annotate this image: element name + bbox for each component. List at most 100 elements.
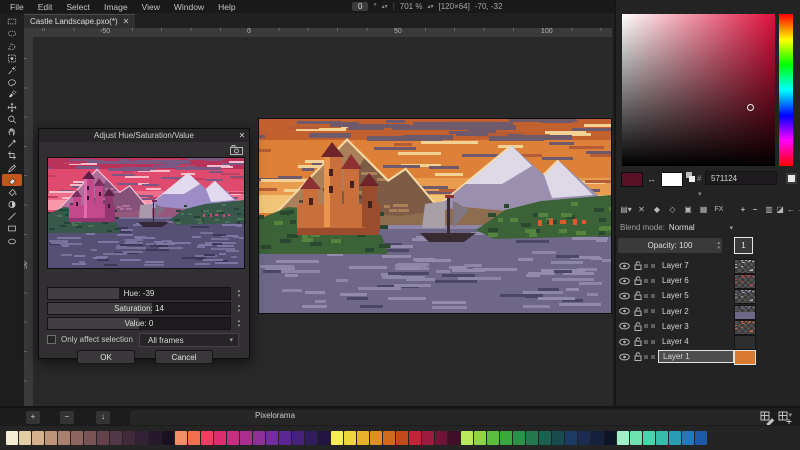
blend-mode-dropdown[interactable]: Blend mode: Normal ▾: [620, 221, 735, 234]
layer-name[interactable]: Layer 3: [658, 320, 734, 333]
eye-icon[interactable]: [616, 353, 632, 361]
palette-swatch[interactable]: [175, 431, 187, 445]
primary-color-swatch[interactable]: [621, 172, 643, 187]
palette-swatch[interactable]: [435, 431, 447, 445]
cancel-button[interactable]: Cancel: [155, 350, 213, 364]
palette-swatch[interactable]: [474, 431, 486, 445]
preview-snapshot-icon[interactable]: [230, 145, 243, 155]
main-canvas[interactable]: [258, 118, 612, 314]
ellipse-select-tool[interactable]: [2, 28, 22, 40]
group-icon[interactable]: [651, 279, 655, 283]
saturation-slider[interactable]: Saturation: 14: [47, 302, 231, 315]
magic-wand-tool[interactable]: [2, 65, 22, 77]
opacity-spinner-icon[interactable]: ▴▾: [717, 238, 720, 253]
palette-swatch[interactable]: [149, 431, 161, 445]
layer-thumbnail[interactable]: [734, 350, 756, 365]
menu-select[interactable]: Select: [60, 1, 96, 13]
cel-grid-icon[interactable]: ▦: [697, 203, 711, 216]
palette-swatch[interactable]: [461, 431, 473, 445]
fx-icon[interactable]: FX: [712, 203, 726, 216]
menu-edit[interactable]: Edit: [32, 1, 59, 13]
paint-select-tool[interactable]: [2, 89, 22, 101]
cel-link-icon[interactable]: [644, 309, 648, 313]
layer-name[interactable]: Layer 6: [658, 274, 734, 287]
zoom-value[interactable]: 701 %: [400, 2, 423, 11]
opacity-slider[interactable]: Opacity: 100 ▴▾: [618, 238, 722, 253]
picker-cursor[interactable]: [747, 104, 754, 111]
palette-swatch[interactable]: [6, 431, 18, 445]
palette-swatch[interactable]: [123, 431, 135, 445]
layer-row-layer-4[interactable]: Layer 4: [616, 334, 800, 349]
hue-slider[interactable]: Hue: -39: [47, 287, 231, 300]
color-picker-tool[interactable]: [2, 138, 22, 150]
palette-swatch[interactable]: [188, 431, 200, 445]
lock-icon[interactable]: [632, 322, 644, 331]
rotation-input[interactable]: 0: [352, 2, 368, 11]
lock-icon[interactable]: [632, 337, 644, 346]
palette-swatch[interactable]: [71, 431, 83, 445]
crop-tool[interactable]: [2, 150, 22, 162]
palette-swatch[interactable]: [422, 431, 434, 445]
layer-row-layer-7[interactable]: Layer 7: [616, 258, 800, 273]
layer-thumbnail[interactable]: [734, 274, 756, 289]
palette-swatch[interactable]: [695, 431, 707, 445]
palette-swatch[interactable]: [344, 431, 356, 445]
palette-swatch[interactable]: [578, 431, 590, 445]
palette-swatch[interactable]: [357, 431, 369, 445]
lock-icon[interactable]: [632, 261, 644, 270]
add-color-button[interactable]: +: [26, 411, 40, 424]
palette-swatch[interactable]: [539, 431, 551, 445]
tab-close-icon[interactable]: ✕: [123, 17, 130, 26]
layer-thumbnail[interactable]: [734, 320, 756, 335]
palette-swatch[interactable]: [513, 431, 525, 445]
zoom-spinner-icon[interactable]: ▴▾: [427, 3, 433, 10]
group-icon[interactable]: [651, 340, 655, 344]
palette-swatch[interactable]: [279, 431, 291, 445]
palette-swatch[interactable]: [630, 431, 642, 445]
cel-link-icon[interactable]: [644, 340, 648, 344]
tab-castle-landscape[interactable]: Castle Landscape.pxo(*) ✕: [24, 14, 135, 28]
palette-swatch[interactable]: [266, 431, 278, 445]
palette-swatch[interactable]: [331, 431, 343, 445]
lock-icon[interactable]: [632, 276, 644, 285]
rectangle-tool[interactable]: [2, 223, 22, 235]
secondary-color-swatch[interactable]: [661, 172, 683, 187]
palette-swatch[interactable]: [32, 431, 44, 445]
eye-icon[interactable]: [616, 307, 632, 315]
eye-icon[interactable]: [616, 292, 632, 300]
cel-link-icon[interactable]: [644, 294, 648, 298]
eye-icon[interactable]: [616, 322, 632, 330]
only-affect-selection-checkbox[interactable]: [47, 335, 56, 344]
palette-swatch[interactable]: [617, 431, 629, 445]
lock-icon[interactable]: [632, 352, 644, 361]
clear-cel-icon[interactable]: ✕: [635, 203, 649, 216]
palette-swatch[interactable]: [396, 431, 408, 445]
palette-swatch[interactable]: [214, 431, 226, 445]
group-icon[interactable]: [651, 264, 655, 268]
slider-spinner-icon[interactable]: ▴▾: [234, 317, 244, 330]
layer-thumbnail[interactable]: [734, 289, 756, 304]
group-icon[interactable]: [651, 309, 655, 313]
cel-menu-icon[interactable]: ▤▾: [619, 203, 633, 216]
new-palette-icon[interactable]: [778, 411, 792, 425]
palette-swatch[interactable]: [162, 431, 174, 445]
dialog-title-bar[interactable]: Adjust Hue/Saturation/Value ✕: [39, 129, 249, 142]
swap-colors-icon[interactable]: ↔: [647, 174, 656, 184]
edit-palette-icon[interactable]: [760, 411, 774, 425]
palette-swatch[interactable]: [58, 431, 70, 445]
rectangle-select-tool[interactable]: [2, 16, 22, 28]
palette-swatch[interactable]: [448, 431, 460, 445]
palette-swatch[interactable]: [253, 431, 265, 445]
layer-row-layer-1[interactable]: Layer 1: [616, 349, 800, 364]
droplet-icon[interactable]: ◆: [650, 203, 664, 216]
layer-name[interactable]: Layer 2: [658, 305, 734, 318]
ok-button[interactable]: OK: [77, 350, 135, 364]
group-icon[interactable]: [651, 294, 655, 298]
palette-swatch[interactable]: [487, 431, 499, 445]
palette-swatch[interactable]: [370, 431, 382, 445]
palette-swatch[interactable]: [318, 431, 330, 445]
slider-spinner-icon[interactable]: ▴▾: [234, 302, 244, 315]
palette-swatch[interactable]: [19, 431, 31, 445]
palette-swatch[interactable]: [292, 431, 304, 445]
layer-row-layer-3[interactable]: Layer 3: [616, 319, 800, 334]
